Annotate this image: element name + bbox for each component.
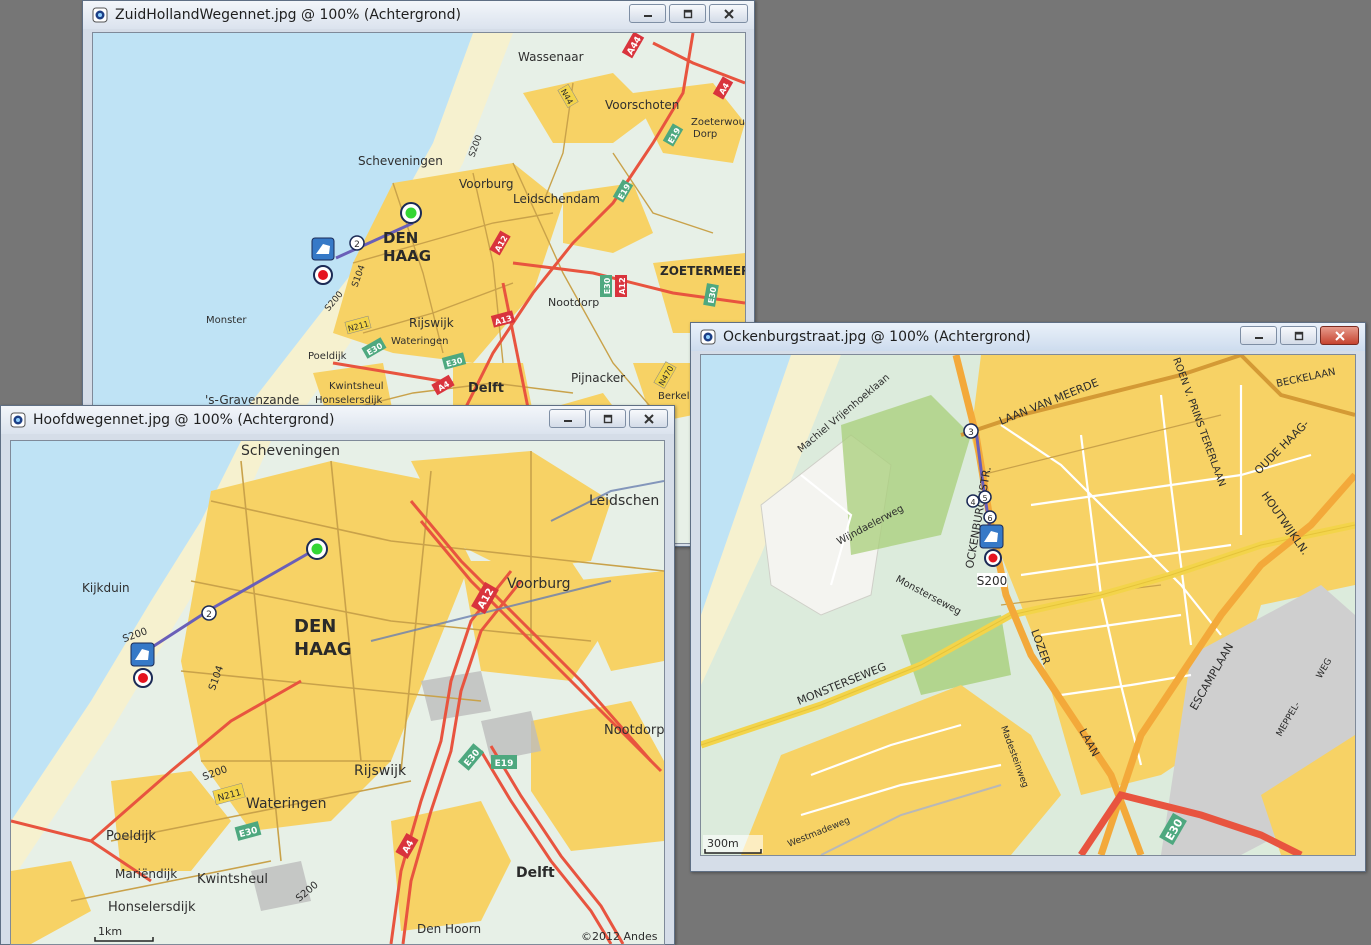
place-label: Pijnacker bbox=[571, 371, 625, 385]
place-label: Wateringen bbox=[246, 796, 327, 812]
place-label: Den Hoorn bbox=[417, 922, 481, 936]
close-icon bbox=[1334, 330, 1345, 341]
svg-text:1km: 1km bbox=[98, 925, 122, 938]
minimize-icon bbox=[1254, 336, 1263, 339]
place-label: Voorburg bbox=[507, 576, 571, 592]
place-label: Kwintsheul bbox=[329, 381, 384, 392]
place-label: Monster bbox=[206, 315, 247, 326]
image-canvas[interactable]: Machiel Vrijenhoeklaan LAAN VAN MEERDE B… bbox=[700, 354, 1356, 856]
place-label: Nootdorp bbox=[548, 296, 599, 309]
place-label: Leidschen bbox=[589, 493, 659, 509]
place-label: Rijswijk bbox=[354, 763, 407, 779]
svg-text:300m: 300m bbox=[707, 837, 739, 850]
waypoint-marker: 2 bbox=[349, 235, 365, 251]
place-label: Berkel bbox=[658, 391, 690, 402]
place-label: Nootdorp bbox=[604, 723, 664, 738]
svg-text:E30: E30 bbox=[603, 277, 612, 294]
place-label: Kwintsheul bbox=[197, 872, 268, 887]
minimize-icon bbox=[643, 14, 652, 17]
place-label: Mariëndijk bbox=[115, 867, 177, 881]
close-icon bbox=[643, 413, 654, 424]
destination-marker bbox=[313, 265, 333, 285]
place-label: Poeldijk bbox=[106, 829, 156, 844]
city-label: ZOETERMEER bbox=[660, 264, 745, 278]
window-title: ZuidHollandWegennet.jpg @ 100% (Achtergr… bbox=[115, 7, 462, 23]
road-shield: E30 bbox=[600, 275, 612, 297]
window-title: Hoofdwegennet.jpg @ 100% (Achtergrond) bbox=[33, 412, 335, 428]
close-button[interactable] bbox=[629, 409, 668, 428]
place-label: Voorburg bbox=[459, 177, 513, 191]
map-hoofdwegennet: Scheveningen Leidschen Kijkduin DEN HAAG… bbox=[11, 441, 664, 944]
place-label: Wassenaar bbox=[518, 50, 584, 64]
image-canvas[interactable]: Scheveningen Leidschen Kijkduin DEN HAAG… bbox=[10, 440, 665, 945]
svg-text:3: 3 bbox=[968, 428, 974, 438]
place-label: Poeldijk bbox=[308, 351, 347, 362]
destination-marker bbox=[133, 668, 153, 688]
svg-text:S200: S200 bbox=[977, 574, 1008, 588]
maximize-button[interactable] bbox=[1280, 326, 1317, 345]
minimize-icon bbox=[563, 419, 572, 422]
svg-text:5: 5 bbox=[982, 494, 987, 503]
road-shield: E19 bbox=[491, 755, 517, 769]
titlebar[interactable]: Ockenburgstraat.jpg @ 100% (Achtergrond) bbox=[691, 323, 1365, 351]
road-shield: A12 bbox=[615, 275, 627, 297]
photo-app-icon bbox=[700, 329, 716, 345]
svg-text:4: 4 bbox=[970, 498, 975, 507]
titlebar[interactable]: Hoofdwegennet.jpg @ 100% (Achtergrond) bbox=[1, 406, 674, 434]
place-label: Scheveningen bbox=[358, 154, 443, 168]
window-ockenburgstraat: Ockenburgstraat.jpg @ 100% (Achtergrond) bbox=[690, 322, 1366, 872]
maximize-button[interactable] bbox=[589, 409, 626, 428]
place-label: Zoeterwoude bbox=[691, 117, 745, 128]
place-label: Rijswijk bbox=[409, 316, 454, 330]
svg-text:2: 2 bbox=[206, 610, 212, 620]
map-ockenburgstraat: Machiel Vrijenhoeklaan LAAN VAN MEERDE B… bbox=[701, 355, 1355, 855]
photo-app-icon bbox=[10, 412, 26, 428]
close-button[interactable] bbox=[1320, 326, 1359, 345]
close-button[interactable] bbox=[709, 4, 748, 23]
city-label: HAAG bbox=[294, 639, 352, 660]
car-location-icon bbox=[979, 524, 1004, 549]
place-label: Dorp bbox=[693, 129, 717, 140]
maximize-icon bbox=[683, 9, 692, 18]
minimize-button[interactable] bbox=[1240, 326, 1277, 345]
city-label: DEN bbox=[294, 616, 336, 637]
window-hoofdwegennet: Hoofdwegennet.jpg @ 100% (Achtergrond) S… bbox=[0, 405, 675, 945]
svg-text:6: 6 bbox=[987, 514, 992, 523]
place-label: Scheveningen bbox=[241, 443, 340, 459]
svg-text:E19: E19 bbox=[495, 759, 514, 769]
maximize-button[interactable] bbox=[669, 4, 706, 23]
close-icon bbox=[723, 8, 734, 19]
minimize-button[interactable] bbox=[549, 409, 586, 428]
city-label: Delft bbox=[516, 865, 555, 881]
waypoint-marker: 2 bbox=[201, 605, 217, 621]
maximize-icon bbox=[1294, 331, 1303, 340]
road-shield: S200 bbox=[977, 573, 1008, 588]
place-label: Voorschoten bbox=[605, 98, 679, 112]
maximize-icon bbox=[603, 414, 612, 423]
place-label: Leidschendam bbox=[513, 192, 600, 206]
start-marker bbox=[400, 202, 422, 224]
photo-app-icon bbox=[92, 7, 108, 23]
car-location-icon bbox=[311, 237, 335, 261]
copyright-label: ©2012 Andes bbox=[581, 930, 658, 943]
titlebar[interactable]: ZuidHollandWegennet.jpg @ 100% (Achtergr… bbox=[83, 1, 754, 29]
place-label: Kijkduin bbox=[82, 581, 130, 595]
minimize-button[interactable] bbox=[629, 4, 666, 23]
waypoint-marker: 4 bbox=[966, 494, 980, 508]
start-marker bbox=[306, 538, 328, 560]
city-label: Delft bbox=[468, 381, 504, 396]
destination-marker bbox=[984, 549, 1002, 567]
place-label: Wateringen bbox=[391, 336, 449, 347]
svg-text:A12: A12 bbox=[618, 277, 627, 294]
place-label: Honselersdijk bbox=[108, 900, 196, 915]
city-label: DEN bbox=[383, 229, 418, 247]
waypoint-marker: 3 bbox=[963, 423, 979, 439]
car-location-icon bbox=[130, 642, 155, 667]
waypoint-marker: 5 bbox=[978, 490, 992, 504]
svg-text:2: 2 bbox=[354, 240, 360, 250]
waypoint-marker: 6 bbox=[983, 510, 997, 524]
window-title: Ockenburgstraat.jpg @ 100% (Achtergrond) bbox=[723, 329, 1031, 345]
scale-bar: 300m bbox=[703, 835, 763, 854]
city-label: HAAG bbox=[383, 247, 431, 265]
